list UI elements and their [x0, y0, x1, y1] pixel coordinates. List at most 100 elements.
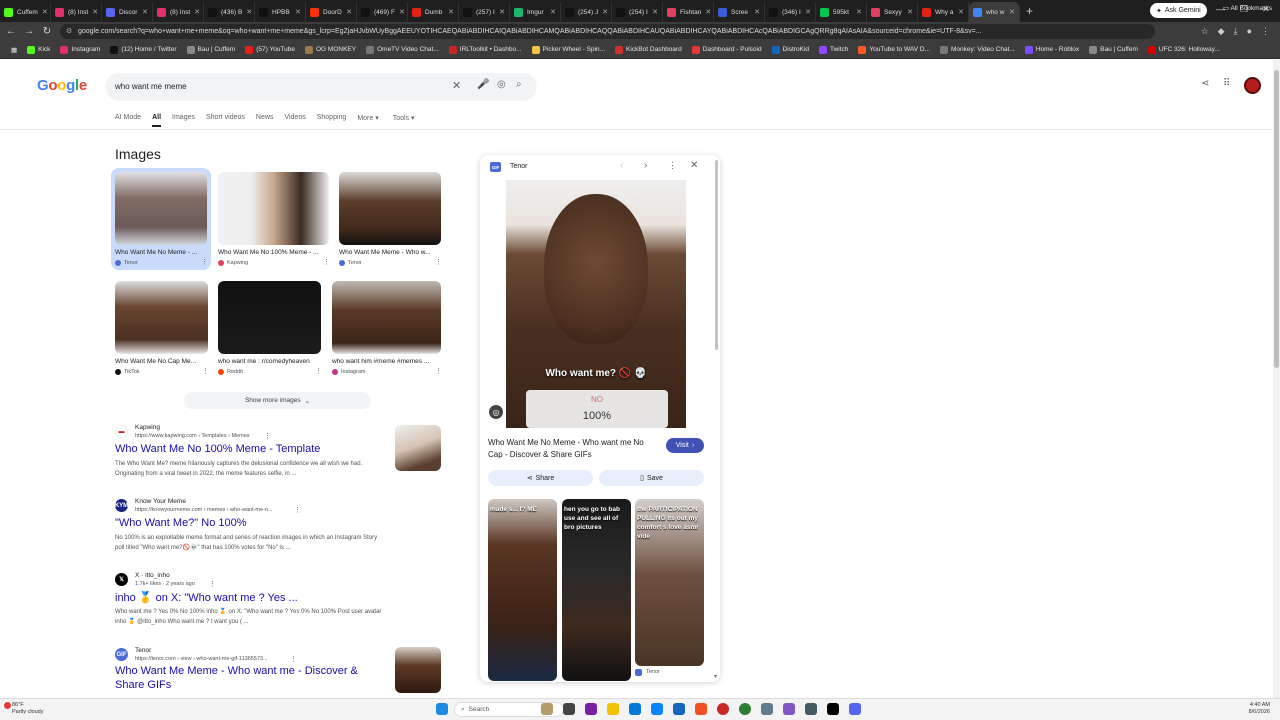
tab-close-icon[interactable]: ✕ — [92, 8, 98, 16]
prev-icon[interactable]: ‹ — [620, 160, 623, 171]
image-thumbnail[interactable] — [218, 172, 329, 245]
all-bookmarks-button[interactable]: ▭ All Bookmarks — [1223, 4, 1272, 12]
bookmark-item[interactable]: IRLToolkit • Dashbo... — [446, 45, 525, 54]
browser-tab[interactable]: who w ✕ — [969, 2, 1020, 22]
ask-gemini-button[interactable]: ✦ Ask Gemini — [1150, 3, 1207, 18]
bookmark-item[interactable]: Picker Wheel - Spin... — [529, 45, 609, 54]
next-icon[interactable]: › — [644, 160, 647, 171]
extension-icon[interactable]: ◆ — [1218, 26, 1225, 37]
result-title-link[interactable]: Who Want Me No 100% Meme - Template — [115, 443, 320, 455]
related-image[interactable]: made s... I? ME — [488, 499, 557, 681]
browser-tab[interactable]: (254) I ✕ — [612, 2, 663, 22]
image-source[interactable]: Tenor — [339, 260, 362, 266]
browser-tab[interactable]: HPBB ✕ — [255, 2, 306, 22]
browser-tab[interactable]: Sexyy ✕ — [867, 2, 918, 22]
office-icon[interactable] — [695, 703, 707, 715]
browser-tab[interactable]: (436) B ✕ — [204, 2, 255, 22]
browser-tab[interactable]: Why a ✕ — [918, 2, 969, 22]
tab-close-icon[interactable]: ✕ — [602, 8, 608, 16]
browser-tab[interactable]: Imgur ✕ — [510, 2, 561, 22]
weather-widget[interactable]: 86°F Partly cloudy — [12, 702, 44, 716]
google-logo[interactable]: Google — [37, 77, 87, 94]
settings-icon[interactable] — [761, 703, 773, 715]
address-bar[interactable]: ⚙ google.com/search?q=who+want+me+meme&o… — [60, 24, 1155, 39]
more-options-icon[interactable]: ⋮ — [435, 258, 442, 266]
image-source[interactable]: Instagram — [332, 369, 365, 375]
bookmark-item[interactable]: UFC 326: Holloway... — [1145, 45, 1223, 54]
tab-close-icon[interactable]: ✕ — [194, 8, 200, 16]
result-thumbnail[interactable] — [395, 425, 441, 471]
more-options-icon[interactable]: ⋮ — [668, 160, 677, 171]
more-options-icon[interactable]: ⋮ — [294, 506, 301, 514]
browser-tab[interactable]: Fishtan ✕ — [663, 2, 714, 22]
show-more-images-button[interactable]: Show more images ⌄ — [184, 392, 371, 409]
result-thumbnail[interactable] — [395, 647, 441, 693]
browser-tab[interactable]: DoorD ✕ — [306, 2, 357, 22]
bookmark-item[interactable]: YouTube to WAV D... — [855, 45, 933, 54]
result-title-link[interactable]: "Who Want Me?" No 100% — [115, 517, 247, 529]
more-options-icon[interactable]: ⋮ — [323, 258, 330, 266]
bookmark-item[interactable]: (57) YouTube — [242, 45, 298, 54]
voice-search-icon[interactable]: 🎤 — [477, 79, 489, 90]
bookmark-star-icon[interactable]: ☆ — [1201, 26, 1209, 37]
tab-close-icon[interactable]: ✕ — [805, 8, 811, 16]
related-image[interactable]: the PARTICIPATION PULLING its out my com… — [635, 499, 704, 666]
preview-image[interactable]: Who want me? 🚫 💀 NO 100% — [506, 180, 686, 428]
tab-close-icon[interactable]: ✕ — [42, 8, 48, 16]
bookmark-item[interactable]: Bau | Cuffem — [1086, 45, 1141, 54]
lens-icon[interactable]: ◎ — [497, 79, 506, 90]
browser-tab[interactable]: 595kt ✕ — [816, 2, 867, 22]
browser-tab[interactable]: (346) I ✕ — [765, 2, 816, 22]
windows-start-icon[interactable] — [436, 703, 448, 715]
tab-ai-mode[interactable]: AI Mode — [115, 114, 141, 127]
new-tab-icon[interactable]: + — [1020, 4, 1039, 18]
tab-images[interactable]: Images — [172, 114, 195, 127]
apps-grid-icon[interactable]: ⠿ — [1223, 78, 1230, 89]
bookmark-item[interactable]: OmeTV Video Chat... — [363, 45, 442, 54]
bookmark-item[interactable]: Home - Roblox — [1022, 45, 1082, 54]
panel-source[interactable]: Tenor — [510, 163, 528, 170]
result-url[interactable]: https://www.kapwing.com › Templates › Me… — [135, 433, 250, 439]
tab-close-icon[interactable]: ✕ — [1009, 8, 1015, 16]
page-scrollbar[interactable] — [1273, 60, 1280, 698]
clear-icon[interactable]: ✕ — [452, 79, 461, 92]
panel-title[interactable]: Who Want Me No Meme - Who want me No Cap… — [488, 437, 658, 461]
browser-tab[interactable]: Discor ✕ — [102, 2, 153, 22]
more-options-icon[interactable]: ⋮ — [315, 367, 322, 375]
tab-close-icon[interactable]: ✕ — [652, 8, 658, 16]
system-clock[interactable]: 4:40 AM 8/6/2026 — [1249, 702, 1270, 716]
discord-icon[interactable] — [783, 703, 795, 715]
image-thumbnail[interactable] — [332, 281, 441, 354]
bookmark-item[interactable]: (12) Home / Twitter — [107, 45, 179, 54]
chrome-icon[interactable] — [717, 703, 729, 715]
bookmark-item[interactable]: Kick — [24, 45, 53, 54]
bookmark-item[interactable]: KickBot Dashboard — [612, 45, 685, 54]
tab-all[interactable]: All — [152, 114, 162, 127]
tab-close-icon[interactable]: ✕ — [907, 8, 913, 16]
reload-icon[interactable]: ↻ — [38, 26, 56, 37]
back-icon[interactable]: ← — [2, 26, 20, 37]
tab-close-icon[interactable]: ✕ — [142, 8, 148, 16]
panel-scroll-down-icon[interactable]: ▾ — [714, 673, 717, 680]
store-icon[interactable] — [651, 703, 663, 715]
more-options-icon[interactable]: ⋮ — [209, 580, 216, 588]
site-info-icon[interactable]: ⚙ — [66, 27, 72, 35]
browser-tab[interactable]: (8) Inst ✕ — [153, 2, 204, 22]
browser-tab[interactable]: Scree ✕ — [714, 2, 765, 22]
image-thumbnail[interactable] — [339, 172, 441, 245]
browser-tab[interactable]: (469) F ✕ — [357, 2, 408, 22]
more-options-icon[interactable]: ⋮ — [435, 367, 442, 375]
tab-close-icon[interactable]: ✕ — [958, 8, 964, 16]
more-options-icon[interactable]: ⋮ — [201, 258, 208, 266]
save-button[interactable]: ▯ Save — [599, 470, 704, 486]
tab-close-icon[interactable]: ✕ — [246, 8, 252, 16]
tab-close-icon[interactable]: ✕ — [550, 8, 556, 16]
scrollbar-thumb[interactable] — [1274, 70, 1279, 368]
chrome-profile-icon[interactable] — [739, 703, 751, 715]
image-caption[interactable]: who want me : r/comedyheaven — [218, 358, 315, 365]
image-source[interactable]: Tenor — [115, 260, 138, 266]
tab-tools[interactable]: Tools ▾ — [393, 114, 415, 127]
widget-icon[interactable] — [541, 703, 553, 715]
image-caption[interactable]: Who Want Me Meme - Who w... — [339, 249, 435, 256]
file-explorer-icon[interactable] — [607, 703, 619, 715]
